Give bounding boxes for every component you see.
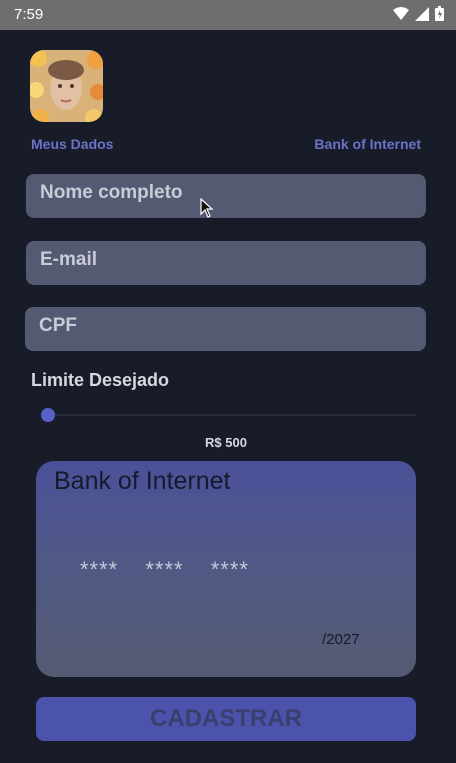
limit-label: Limite Desejado: [31, 370, 170, 390]
limit-slider[interactable]: [36, 406, 416, 424]
full-name-field[interactable]: Nome completo: [26, 174, 426, 218]
email-field[interactable]: E-mail: [26, 241, 426, 285]
status-time: 7:59: [14, 6, 44, 23]
cpf-placeholder: CPF: [39, 315, 77, 336]
card-number: **** **** ****: [80, 557, 249, 582]
limit-value: R$ 500: [205, 435, 247, 450]
status-bar: 7:59: [0, 0, 456, 30]
signal-icon: [415, 6, 429, 21]
wifi-icon: [393, 6, 409, 20]
credit-card-preview: Bank of Internet **** **** **** /2027: [36, 461, 416, 677]
email-placeholder: E-mail: [40, 249, 98, 270]
card-expiry: /2027: [322, 631, 360, 648]
full-name-placeholder: Nome completo: [40, 182, 183, 203]
slider-thumb[interactable]: [41, 408, 55, 422]
bank-name-link[interactable]: Bank of Internet: [314, 136, 421, 152]
status-icons: [393, 6, 444, 21]
app-screen: Meus Dados Bank of Internet Nome complet…: [0, 30, 456, 763]
battery-icon: [435, 6, 444, 21]
card-bank-name: Bank of Internet: [54, 467, 231, 495]
cpf-field[interactable]: CPF: [25, 307, 426, 351]
avatar[interactable]: [30, 50, 103, 122]
meus-dados-link[interactable]: Meus Dados: [31, 136, 113, 152]
slider-track[interactable]: [46, 414, 416, 416]
cadastrar-button[interactable]: CADASTRAR: [36, 697, 416, 741]
mouse-cursor-icon: [200, 198, 214, 218]
